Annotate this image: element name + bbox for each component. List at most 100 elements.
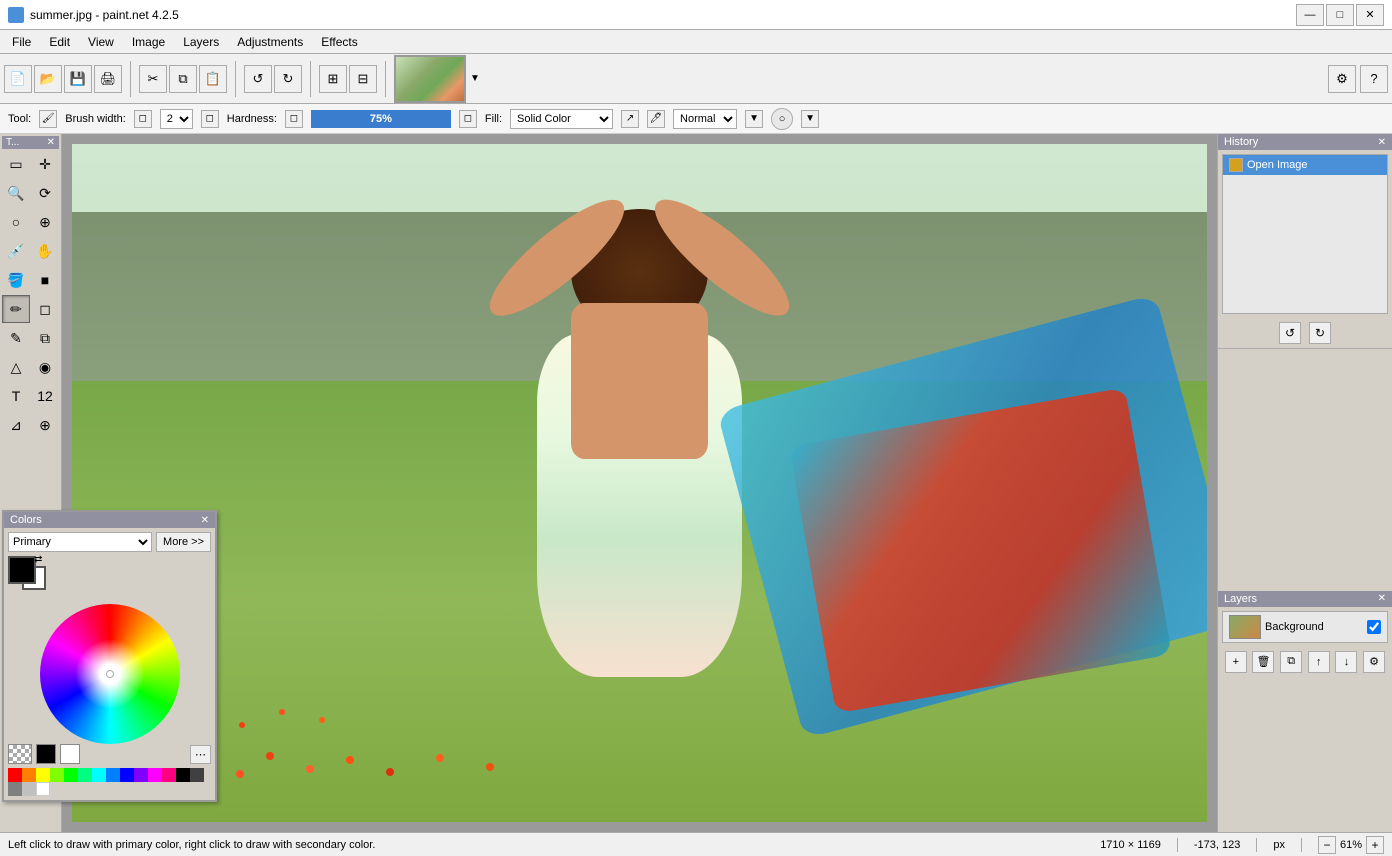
color-type-select[interactable]: Primary Secondary [8,532,152,552]
palette-spring-green[interactable] [78,768,92,782]
close-button[interactable]: ✕ [1356,4,1384,26]
color-wheel[interactable] [40,604,180,744]
tool-number[interactable]: 12 [31,382,59,410]
palette-cyan[interactable] [92,768,106,782]
tool-blur[interactable]: ◉ [31,353,59,381]
brush-width-decrease[interactable]: ◻ [134,110,152,128]
resize-button[interactable]: ⊟ [349,65,377,93]
tool-lasso[interactable]: ⟳ [31,179,59,207]
menu-effects[interactable]: Effects [313,33,365,51]
more-colors-button[interactable]: ⋯ [190,745,211,764]
palette-dark-gray[interactable] [190,768,204,782]
history-undo[interactable]: ↺ [1279,322,1301,344]
zoom-in-button[interactable]: + [1366,836,1384,854]
fill-tool-1[interactable]: ↗ [621,110,639,128]
tool-eyedropper[interactable]: 💉 [2,237,30,265]
palette-red[interactable] [8,768,22,782]
layer-add[interactable]: + [1225,651,1247,673]
fill-tool-2[interactable]: 🖊 [647,110,665,128]
layer-settings[interactable]: ⚙ [1363,651,1385,673]
black-button[interactable] [36,744,56,764]
history-close[interactable]: ✕ [1378,137,1386,148]
fill-select[interactable]: Solid Color Linear Gradient Radial Gradi… [510,109,613,129]
palette-white[interactable] [36,782,50,796]
layer-up[interactable]: ↑ [1308,651,1330,673]
palette-yellow[interactable] [36,768,50,782]
tool-paintbucket[interactable]: 🪣 [2,266,30,294]
primary-color-swatch[interactable] [8,556,36,584]
palette-pink[interactable] [162,768,176,782]
tool-clone[interactable]: ⧉ [31,324,59,352]
transparent-button[interactable] [8,744,32,764]
layer-duplicate[interactable]: ⧉ [1280,651,1302,673]
menu-image[interactable]: Image [124,33,173,51]
cut-button[interactable]: ✂ [139,65,167,93]
palette-green[interactable] [64,768,78,782]
blend-mode-select[interactable]: Normal Multiply Screen Overlay [673,109,737,129]
menu-file[interactable]: File [4,33,39,51]
palette-black[interactable] [176,768,190,782]
layer-delete[interactable]: 🗑 [1252,651,1274,673]
menu-layers[interactable]: Layers [175,33,227,51]
copy-button[interactable]: ⧉ [169,65,197,93]
hardness-bar[interactable]: 75% [311,110,451,128]
menu-view[interactable]: View [80,33,122,51]
new-button[interactable]: 📄 [4,65,32,93]
redo-button[interactable]: ↻ [274,65,302,93]
tool-text[interactable]: T [2,382,30,410]
history-item[interactable]: Open Image [1223,155,1387,175]
palette-magenta[interactable] [148,768,162,782]
layers-close[interactable]: ✕ [1378,593,1386,604]
tool-picker[interactable]: 🖌 [39,110,57,128]
paste-button[interactable]: 📋 [199,65,227,93]
palette-violet[interactable] [134,768,148,782]
tool-extra[interactable]: ⊕ [31,411,59,439]
tool-shapes[interactable]: ⊿ [2,411,30,439]
open-button[interactable]: 📂 [34,65,62,93]
swap-colors-icon[interactable]: ⇄ [34,554,42,565]
layer-down[interactable]: ↓ [1335,651,1357,673]
opacity-button[interactable]: ○ [771,108,793,130]
image-thumbnail[interactable] [394,55,466,103]
palette-orange[interactable] [22,768,36,782]
tool-move[interactable]: ✛ [31,150,59,178]
brush-width-increase[interactable]: ◻ [201,110,219,128]
hardness-increase[interactable]: ◻ [459,110,477,128]
undo-button[interactable]: ↺ [244,65,272,93]
save-button[interactable]: 💾 [64,65,92,93]
canvas-area[interactable] [62,134,1217,832]
palette-yellow-green[interactable] [50,768,64,782]
tool-sharpen[interactable]: △ [2,353,30,381]
colors-close[interactable]: ✕ [201,515,209,526]
settings-button[interactable]: ⚙ [1328,65,1356,93]
tool-pencil[interactable]: ✎ [2,324,30,352]
print-button[interactable]: 🖨 [94,65,122,93]
hardness-decrease[interactable]: ◻ [285,110,303,128]
opacity-dropdown[interactable]: ▼ [801,110,819,128]
tool-ellipse[interactable]: ○ [2,208,30,236]
layer-visibility[interactable] [1367,620,1381,634]
palette-blue[interactable] [120,768,134,782]
white-button[interactable] [60,744,80,764]
palette-azure[interactable] [106,768,120,782]
colors-more-button[interactable]: More >> [156,532,211,552]
brush-width-select[interactable]: 2 [160,109,193,129]
minimize-button[interactable]: — [1296,4,1324,26]
color-wheel-container[interactable] [40,600,180,740]
palette-light-gray[interactable] [22,782,36,796]
tool-zoom-in[interactable]: ⊕ [31,208,59,236]
menu-edit[interactable]: Edit [41,33,78,51]
mode-dropdown[interactable]: ▼ [745,110,763,128]
tool-rectangle-select[interactable]: ▭ [2,150,30,178]
help-button[interactable]: ? [1360,65,1388,93]
zoom-out-button[interactable]: − [1318,836,1336,854]
toolbox-close[interactable]: ✕ [47,137,55,148]
tool-brush[interactable]: ✏ [2,295,30,323]
tool-fill[interactable]: ■ [31,266,59,294]
history-redo[interactable]: ↻ [1309,322,1331,344]
tool-pan[interactable]: ✋ [31,237,59,265]
thumbnail-dropdown[interactable]: ▼ [470,73,480,84]
tool-zoom[interactable]: 🔍 [2,179,30,207]
crop-button[interactable]: ⊞ [319,65,347,93]
maximize-button[interactable]: □ [1326,4,1354,26]
